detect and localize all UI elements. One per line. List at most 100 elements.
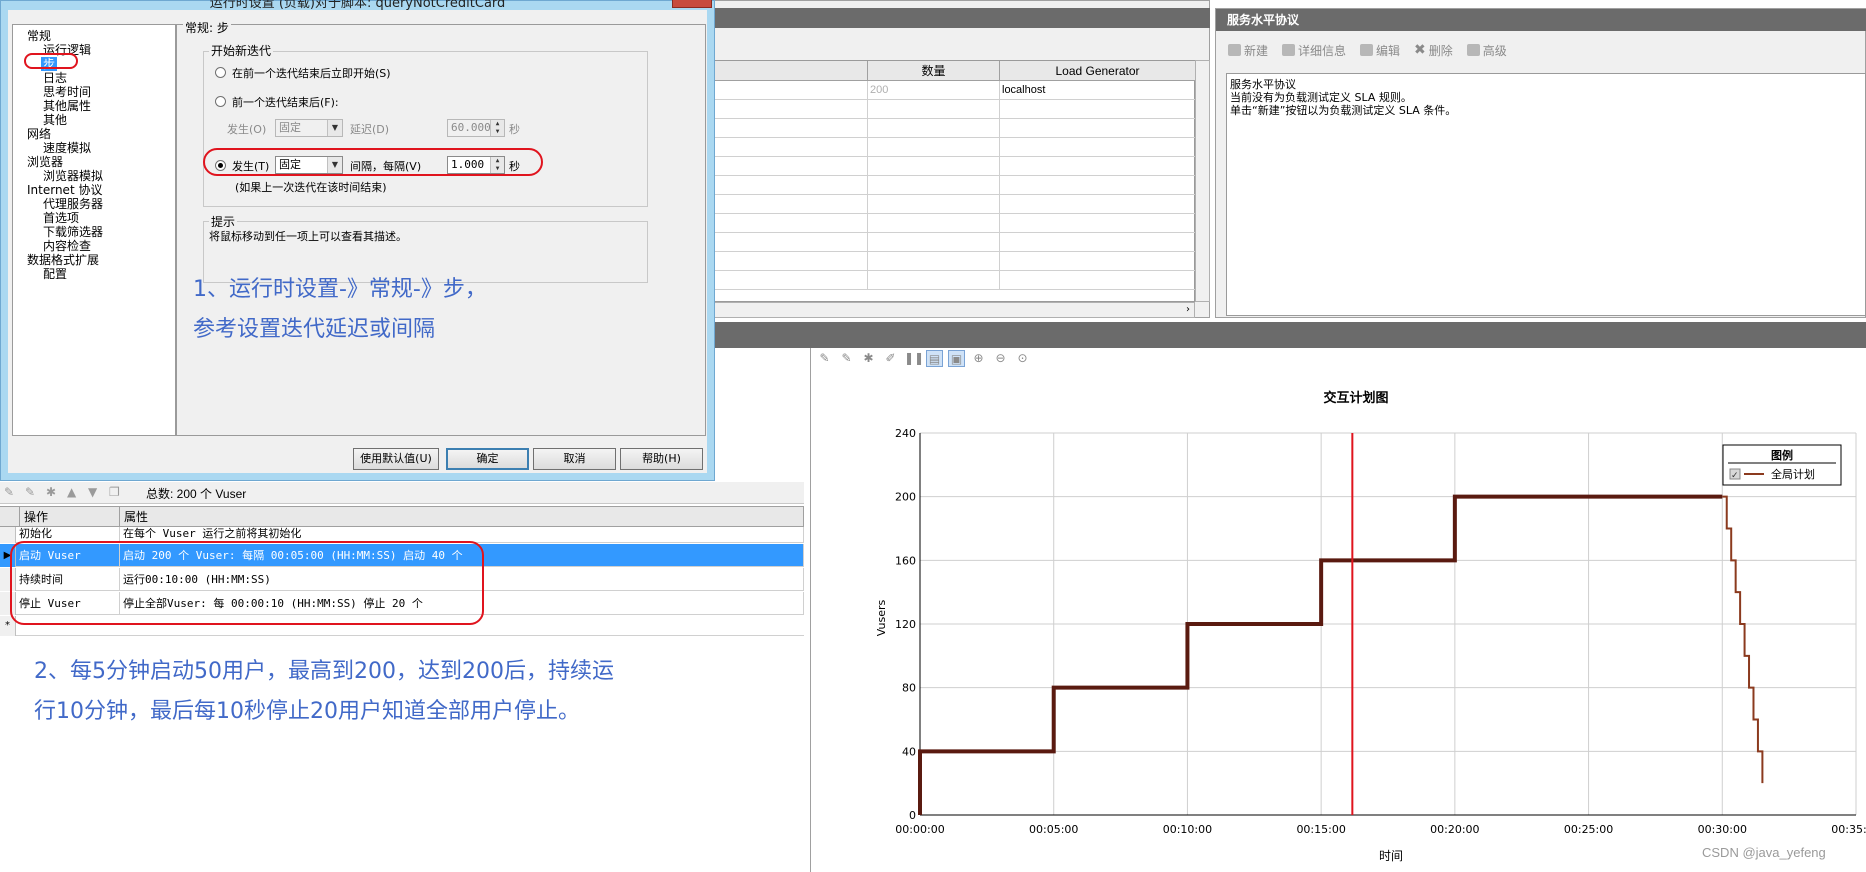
dialog-title: 运行时设置 (负载)对于脚本: queryNotCreditCard — [209, 0, 506, 11]
grid-col-lg[interactable]: Load Generator — [1000, 61, 1196, 81]
delay-type-combo[interactable]: 固定 ▼ — [275, 119, 343, 137]
grid-vertical-scrollbar[interactable] — [1195, 60, 1210, 302]
x-tick-label: 00:20:00 — [1430, 823, 1479, 836]
pause-icon[interactable]: ❚❚ — [904, 350, 924, 367]
tree-item-proxy[interactable]: 代理服务器 — [43, 197, 103, 211]
legend-series-name: 全局计划 — [1771, 467, 1815, 481]
series-line-stop — [1722, 495, 1764, 784]
tree-item-download-filter[interactable]: 下载筛选器 — [43, 225, 103, 239]
spinner-arrows-icon[interactable]: ▲ ▼ — [490, 120, 504, 136]
delete-action-icon[interactable]: ✱ — [46, 486, 60, 499]
y-tick-label: 200 — [895, 491, 916, 504]
delay-unit: 秒 — [509, 123, 520, 136]
tree-item-network[interactable]: 网络 — [27, 127, 51, 141]
tree-item-log[interactable]: 日志 — [43, 71, 67, 85]
chart-ticks: 0 40 80 120 160 200 240 00:00:00 00:05:00 00:10:0… — [895, 427, 1866, 836]
chart-edit-icon[interactable]: ✎ — [816, 350, 833, 367]
move-up-icon[interactable]: ▲ — [67, 486, 81, 499]
scroll-right-icon[interactable]: › — [1186, 304, 1190, 315]
tree-item-config[interactable]: 配置 — [43, 267, 67, 281]
y-tick-label: 240 — [895, 427, 916, 440]
delay-label: 延迟(D) — [350, 123, 390, 136]
annotation-1: 1、运行时设置-》常规-》步， 参考设置迭代延迟或间隔 — [193, 277, 487, 342]
x-tick-label: 00:10:00 — [1163, 823, 1212, 836]
ok-button[interactable]: 确定 — [446, 448, 529, 470]
tree-item-content-check[interactable]: 内容检查 — [43, 239, 91, 253]
pencil-icon — [1360, 44, 1374, 56]
x-tick-label: 00:25:00 — [1564, 823, 1613, 836]
delete-icon: ✖ — [1414, 42, 1426, 58]
highlight-oval-schedule — [10, 541, 484, 625]
tree-item-speed-sim[interactable]: 速度模拟 — [43, 141, 91, 155]
edit-icon[interactable]: ✎ — [4, 486, 18, 499]
chart-toolbar: ✎ ✎ ✱ ✐ ❚❚ ▤ ▣ ⊕ ⊖ ⊙ — [816, 350, 1031, 367]
watermark: CSDN @java_yefeng — [1702, 845, 1826, 860]
help-button[interactable]: 帮助(H) — [620, 448, 703, 470]
advanced-icon — [1466, 44, 1480, 56]
radio-after-prev[interactable] — [215, 96, 226, 107]
schedule-total-vusers: 总数: 200 个 Vuser — [146, 487, 247, 501]
tree-item-browser-emu[interactable]: 浏览器模拟 — [43, 169, 103, 183]
sla-title: 服务水平协议 — [1216, 9, 1866, 31]
fit-icon[interactable]: ▣ — [948, 350, 965, 367]
move-down-icon[interactable]: ▼ — [88, 486, 102, 499]
copy-icon[interactable]: ❐ — [109, 486, 123, 499]
zoom-out-icon[interactable]: ⊖ — [992, 350, 1009, 367]
grid-row[interactable]: 200 localhost — [701, 81, 1196, 100]
paste-icon[interactable]: ✎ — [25, 486, 39, 499]
grid-horizontal-scrollbar[interactable]: › — [700, 302, 1195, 318]
chart-legend: 图例 ✓ 全局计划 — [1722, 444, 1842, 486]
zoom-reset-icon[interactable]: ⊙ — [1014, 350, 1031, 367]
sla-delete-button[interactable]: ✖ 删除 — [1414, 40, 1453, 60]
chart-title: 交互计划图 — [1323, 390, 1388, 406]
settings-tree[interactable]: 常规 运行逻辑 步 日志 思考时间 其他属性 其他 网络 速度模拟 浏览器 浏览… — [12, 24, 176, 436]
cancel-button[interactable]: 取消 — [533, 448, 616, 470]
start-group-label: 开始新迭代 — [209, 42, 274, 59]
x-tick-label: 00:00:00 — [895, 823, 944, 836]
radio-after-end-label: 在前一个迭代结束后立即开始(S) — [232, 67, 391, 80]
tree-item-data-format[interactable]: 数据格式扩展 — [27, 253, 99, 267]
chart-pencil-icon[interactable]: ✐ — [882, 350, 899, 367]
schedule-col-props[interactable]: 属性 — [120, 507, 804, 527]
hint-text: 将鼠标移动到任一项上可以查看其描述。 — [209, 230, 407, 243]
sla-details-button[interactable]: 详细信息 — [1282, 40, 1346, 60]
y-tick-label: 40 — [902, 745, 916, 758]
legend-toggle-icon[interactable]: ▤ — [926, 350, 943, 367]
grid-col-blank — [701, 61, 868, 81]
zoom-in-icon[interactable]: ⊕ — [970, 350, 987, 367]
sla-advanced-button[interactable]: 高级 — [1466, 40, 1507, 60]
chart-delete-icon[interactable]: ✱ — [860, 350, 877, 367]
x-tick-label: 00:30:00 — [1698, 823, 1747, 836]
grid-qty-cell[interactable]: 200 — [868, 81, 1000, 100]
tree-item-browser[interactable]: 浏览器 — [27, 155, 63, 169]
tree-item-preferences[interactable]: 首选项 — [43, 211, 79, 225]
y-axis-label: Vusers — [875, 599, 888, 636]
tree-item-misc-attrs[interactable]: 其他属性 — [43, 99, 91, 113]
tree-item-think-time[interactable]: 思考时间 — [43, 85, 91, 99]
radio-after-prev-label: 前一个迭代结束后(F): — [232, 96, 339, 109]
schedule-toolbar-icons: ✎ ✎ ✱ ▲ ▼ ❐ — [4, 486, 123, 499]
sla-new-button[interactable]: 新建 — [1228, 40, 1268, 60]
dialog-close-button[interactable] — [672, 0, 712, 8]
groups-header-band — [700, 8, 1210, 28]
delay-value-spinner[interactable]: 60.000 ▲ ▼ — [447, 119, 505, 137]
chevron-down-icon: ▼ — [327, 120, 342, 136]
tree-item-general[interactable]: 常规 — [27, 29, 51, 43]
grid-col-qty[interactable]: 数量 — [868, 61, 1000, 81]
use-defaults-button[interactable]: 使用默认值(U) — [353, 448, 439, 470]
chart-series — [918, 494, 1764, 815]
tree-item-misc[interactable]: 其他 — [43, 113, 67, 127]
groups-grid[interactable]: 数量 Load Generator 200 localhost — [700, 60, 1196, 302]
sla-toolbar: 新建 详细信息 编辑 ✖ 删除 高级 — [1228, 40, 1507, 60]
schedule-chart: 交互计划图 Vusers 时间 0 40 80 120 160 200 240 00:00:0… — [875, 390, 1866, 863]
x-tick-label: 00:05:00 — [1029, 823, 1078, 836]
chart-paste-icon[interactable]: ✎ — [838, 350, 855, 367]
tree-item-internet-protocol[interactable]: Internet 协议 — [27, 183, 102, 197]
y-tick-label: 120 — [895, 618, 916, 631]
schedule-corner — [0, 507, 20, 527]
x-tick-label: 00:35:00 — [1831, 823, 1866, 836]
radio-after-end[interactable] — [215, 67, 226, 78]
grid-lg-cell[interactable]: localhost — [1000, 81, 1196, 100]
schedule-col-action[interactable]: 操作 — [20, 507, 120, 527]
sla-edit-button[interactable]: 编辑 — [1360, 40, 1400, 60]
